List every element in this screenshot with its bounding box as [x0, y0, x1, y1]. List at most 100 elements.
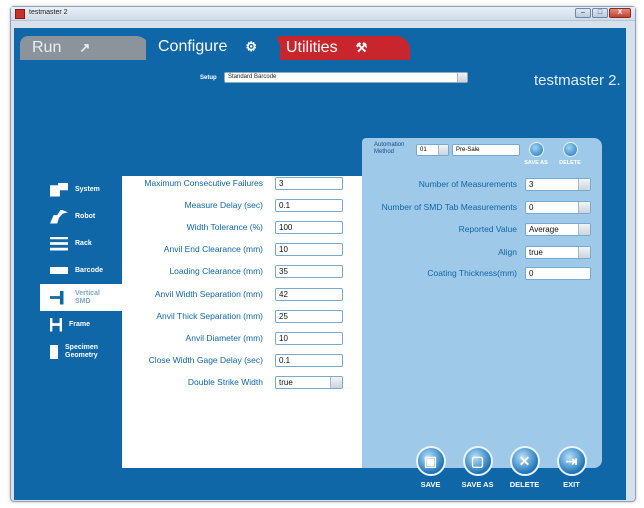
field-row: Anvil Diameter (mm) 10	[122, 331, 343, 345]
align-select[interactable]: true	[525, 245, 591, 259]
field-row: Anvil Width Separation (mm) 42	[122, 287, 343, 301]
title-bar: testmaster 2 – □ X	[11, 7, 635, 21]
automation-panel: Automation Method 01 Pre-Sale SAVE AS DE…	[362, 138, 602, 468]
field-row: Number of SMD Tab Measurements 0	[362, 200, 591, 214]
frame-icon	[50, 317, 62, 332]
anvil-thick-separation-input[interactable]: 25	[275, 309, 343, 323]
automation-method-label: Automation Method	[374, 142, 405, 155]
field-row: Maximum Consecutive Failures 3	[122, 176, 343, 190]
exit-icon: ⇥	[556, 446, 587, 476]
action-toolbar: ▣ SAVE ▢ SAVE AS ✕ DELETE ⇥ EXIT	[410, 446, 592, 489]
chevron-down-icon[interactable]	[457, 73, 467, 82]
delete-icon: ✕	[509, 446, 540, 476]
field-row: Close Width Gage Delay (sec) 0.1	[122, 353, 343, 367]
minimize-button[interactable]: –	[575, 8, 591, 18]
window-title: testmaster 2	[29, 9, 68, 16]
robot-arm-icon: ↗	[79, 40, 91, 55]
chevron-down-icon[interactable]	[330, 376, 342, 388]
system-icon	[50, 182, 68, 197]
maximize-button[interactable]: □	[592, 8, 608, 18]
automation-method-number[interactable]: 01	[416, 144, 449, 156]
sidebar-item-system[interactable]: System	[40, 176, 122, 203]
brand-logo: testmaster 2.	[534, 72, 621, 89]
number-of-measurements-select[interactable]: 3	[525, 177, 591, 191]
sidebar-item-specimen-geometry[interactable]: Specimen Geometry	[40, 338, 122, 365]
field-row: Double Strike Width true	[122, 375, 343, 389]
field-label: Measure Delay (sec)	[184, 200, 263, 210]
setup-value: Standard Barcode	[228, 74, 277, 80]
field-row: Align true	[362, 245, 591, 259]
sidebar-item-rack[interactable]: Rack	[40, 230, 122, 257]
tab-run-label: Run	[32, 39, 62, 56]
automation-delete-button[interactable]: DELETE	[555, 142, 585, 166]
field-label: Width Tolerance (%)	[186, 222, 263, 232]
field-label: Anvil End Clearance (mm)	[163, 244, 263, 254]
save-icon: ▣	[415, 446, 446, 476]
field-row: Coating Thickness(mm) 0	[362, 266, 591, 280]
tab-configure-label: Configure	[158, 38, 228, 55]
sidebar-item-frame[interactable]: Frame	[40, 311, 122, 338]
field-row: Anvil End Clearance (mm) 10	[122, 242, 343, 256]
loading-clearance-input[interactable]: 35	[275, 264, 343, 278]
field-label: Number of Measurements	[418, 179, 517, 189]
field-label: Reported Value	[458, 224, 517, 234]
automation-method-name[interactable]: Pre-Sale	[452, 144, 520, 156]
chevron-down-icon[interactable]	[438, 145, 448, 155]
barcode-icon	[50, 267, 68, 274]
field-label: Anvil Diameter (mm)	[185, 333, 263, 343]
rack-icon	[50, 236, 68, 251]
setup-dropdown[interactable]: Standard Barcode	[224, 72, 468, 83]
tab-configure[interactable]: Configure ⚙	[146, 34, 280, 60]
config-icon: ⚙	[245, 39, 258, 54]
tab-run[interactable]: Run ↗	[20, 36, 150, 60]
sidebar-item-robot[interactable]: Robot	[40, 203, 122, 230]
sidebar-item-vertical-smd[interactable]: Vertical SMD	[40, 284, 122, 311]
field-label: Number of SMD Tab Measurements	[381, 202, 517, 212]
field-row: Number of Measurements 3	[362, 177, 591, 191]
vertical-smd-icon	[50, 290, 64, 305]
field-row: Reported Value Average	[362, 222, 591, 236]
tab-utilities-label: Utilities	[286, 39, 338, 56]
exit-button[interactable]: ⇥ EXIT	[551, 446, 592, 489]
reported-value-select[interactable]: Average	[525, 222, 591, 236]
close-button[interactable]: X	[609, 8, 631, 18]
save-as-icon: ▢	[462, 446, 493, 476]
delete-button[interactable]: ✕ DELETE	[504, 446, 545, 489]
smd-tab-measurements-select[interactable]: 0	[525, 200, 591, 214]
chevron-down-icon[interactable]	[578, 178, 590, 190]
app-logo-icon	[15, 9, 25, 19]
field-label: Maximum Consecutive Failures	[144, 178, 263, 188]
sidebar-item-barcode[interactable]: Barcode	[40, 257, 122, 284]
double-strike-width-select[interactable]: true	[275, 375, 343, 389]
field-label: Double Strike Width	[187, 377, 263, 387]
field-label: Anvil Thick Separation (mm)	[156, 311, 263, 321]
robot-icon	[50, 209, 68, 224]
field-row: Measure Delay (sec) 0.1	[122, 198, 343, 212]
setup-label: Setup	[200, 75, 217, 81]
max-consecutive-failures-input[interactable]: 3	[275, 176, 343, 190]
chevron-down-icon[interactable]	[578, 201, 590, 213]
anvil-diameter-input[interactable]: 10	[275, 331, 343, 345]
save-button[interactable]: ▣ SAVE	[410, 446, 451, 489]
tools-icon: ⚒	[355, 40, 368, 55]
chevron-down-icon[interactable]	[578, 223, 590, 235]
close-width-gage-delay-input[interactable]: 0.1	[275, 353, 343, 367]
chevron-down-icon[interactable]	[578, 246, 590, 258]
save-as-button[interactable]: ▢ SAVE AS	[457, 446, 498, 489]
field-row: Width Tolerance (%) 100	[122, 220, 343, 234]
tab-utilities[interactable]: Utilities ⚒	[274, 36, 410, 60]
delete-icon	[562, 142, 578, 157]
coating-thickness-input[interactable]: 0	[525, 266, 591, 280]
anvil-end-clearance-input[interactable]: 10	[275, 242, 343, 256]
app-content: Run ↗ Utilities ⚒ Configure ⚙ Setup Stan…	[14, 28, 626, 500]
specimen-icon	[50, 344, 58, 359]
config-sidebar: System Robot Rack Barcode Vertical SMD F…	[40, 176, 122, 365]
automation-save-as-button[interactable]: SAVE AS	[521, 142, 551, 166]
field-row: Loading Clearance (mm) 35	[122, 264, 343, 278]
save-as-icon	[528, 142, 544, 157]
settings-panel: Maximum Consecutive Failures 3 Measure D…	[122, 176, 362, 468]
anvil-width-separation-input[interactable]: 42	[275, 287, 343, 301]
measure-delay-input[interactable]: 0.1	[275, 198, 343, 212]
field-label: Loading Clearance (mm)	[169, 266, 263, 276]
width-tolerance-input[interactable]: 100	[275, 220, 343, 234]
